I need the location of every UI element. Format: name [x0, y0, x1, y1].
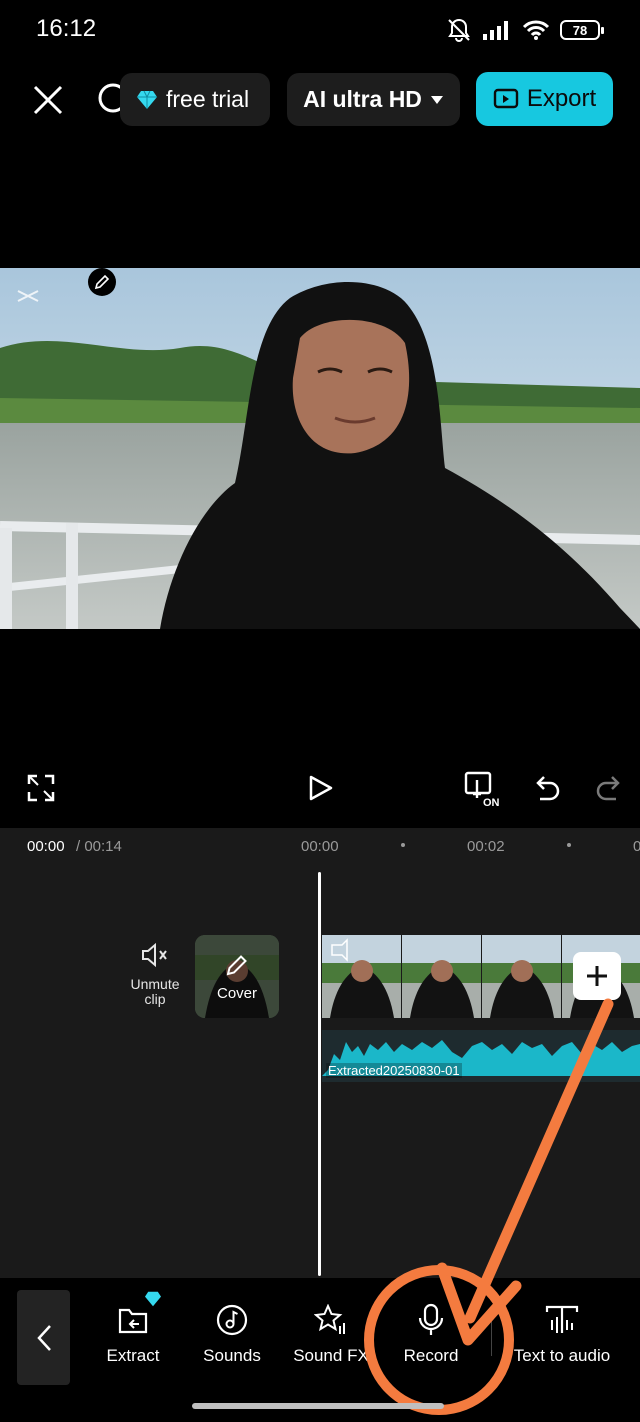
home-indicator[interactable] [192, 1403, 444, 1409]
annotation-arrow [436, 998, 614, 1346]
annotation-circle [364, 1265, 514, 1415]
